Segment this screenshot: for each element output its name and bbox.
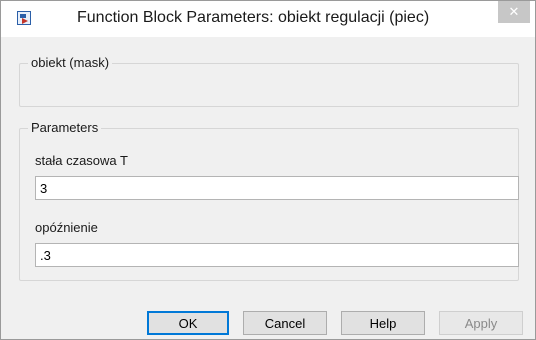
- mask-groupbox: obiekt (mask): [19, 55, 519, 107]
- cancel-button[interactable]: Cancel: [243, 311, 327, 335]
- simulink-block-icon: [17, 11, 31, 25]
- dialog-window: Function Block Parameters: obiekt regula…: [0, 0, 536, 340]
- time-constant-label: stała czasowa T: [35, 153, 128, 168]
- title-bar[interactable]: Function Block Parameters: obiekt regula…: [1, 1, 535, 37]
- delay-label: opóźnienie: [35, 220, 98, 235]
- apply-button[interactable]: Apply: [439, 311, 523, 335]
- help-button[interactable]: Help: [341, 311, 425, 335]
- window-title: Function Block Parameters: obiekt regula…: [77, 9, 430, 26]
- time-constant-input[interactable]: [35, 176, 519, 200]
- delay-input[interactable]: [35, 243, 519, 267]
- close-icon[interactable]: ✕: [498, 1, 530, 23]
- mask-group-legend: obiekt (mask): [28, 55, 113, 70]
- ok-button[interactable]: OK: [147, 311, 229, 335]
- parameters-group-legend: Parameters: [28, 120, 102, 135]
